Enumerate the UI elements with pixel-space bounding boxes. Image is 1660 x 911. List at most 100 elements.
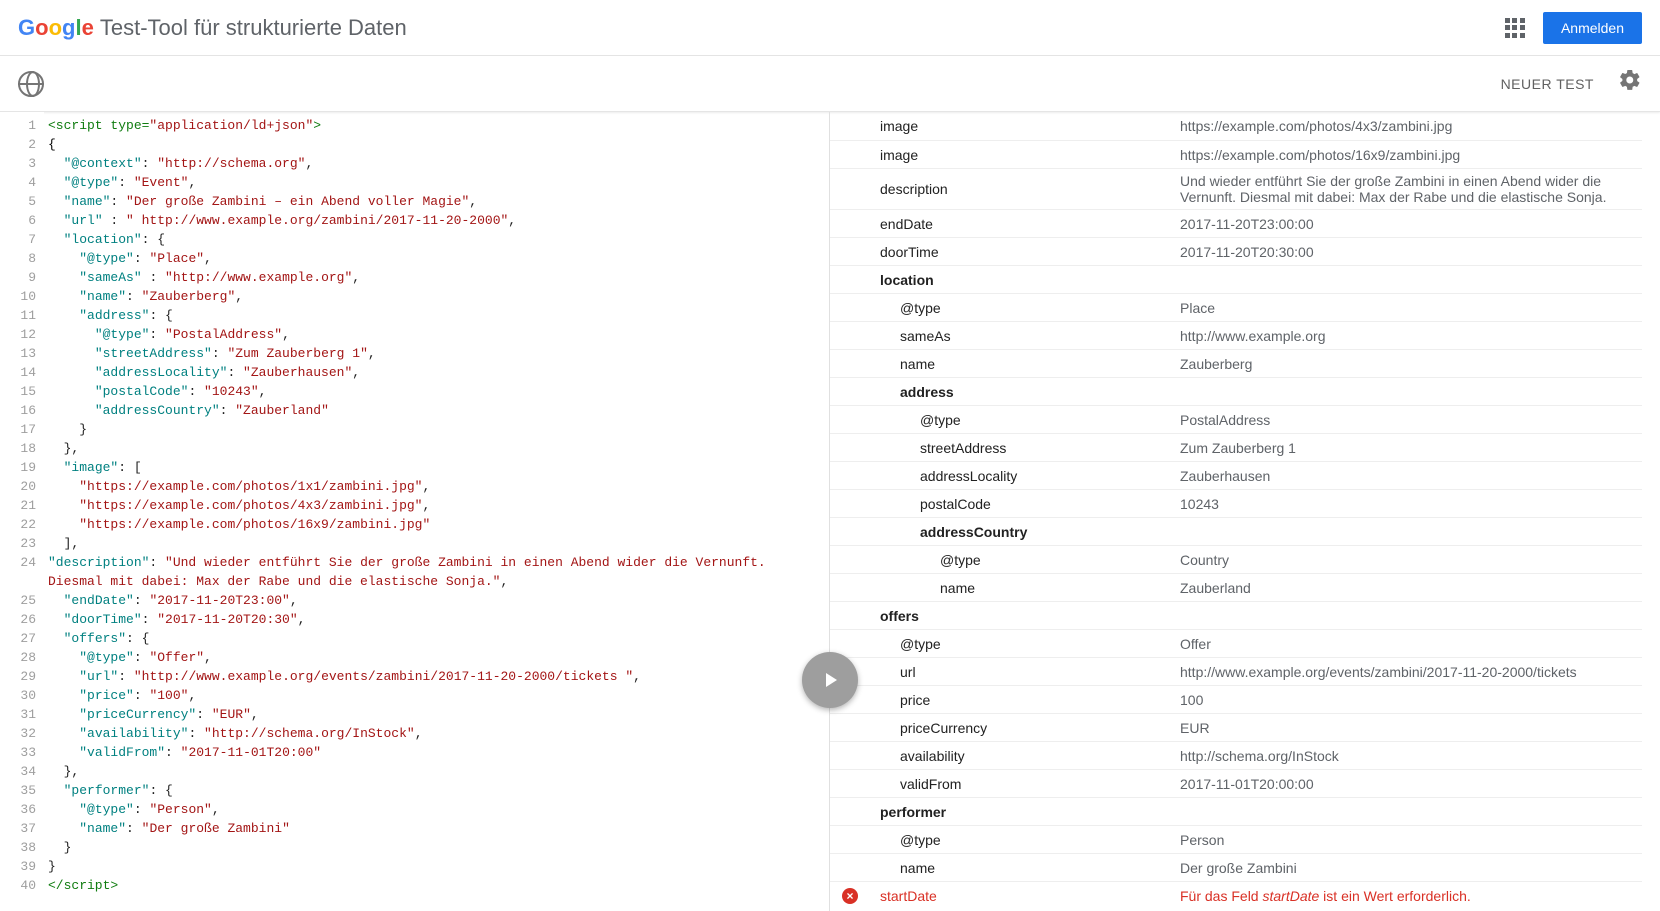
- code-line[interactable]: "@type": "Place",: [48, 249, 825, 268]
- code-line[interactable]: "@type": "Event",: [48, 173, 825, 192]
- result-row[interactable]: addressCountry: [830, 517, 1642, 545]
- code-line[interactable]: "doorTime": "2017-11-20T20:30",: [48, 610, 825, 629]
- code-line[interactable]: "addressLocality": "Zauberhausen",: [48, 363, 825, 382]
- result-error-row[interactable]: startDateFür das Feld startDate ist ein …: [830, 881, 1642, 909]
- result-key: address: [840, 384, 1180, 400]
- code-line[interactable]: "name": "Zauberberg",: [48, 287, 825, 306]
- result-row[interactable]: validFrom2017-11-01T20:00:00: [830, 769, 1642, 797]
- line-number: 34: [0, 762, 36, 781]
- result-row[interactable]: imagehttps://example.com/photos/16x9/zam…: [830, 140, 1642, 168]
- result-key: @type: [840, 636, 1180, 652]
- code-line[interactable]: "endDate": "2017-11-20T23:00",: [48, 591, 825, 610]
- apps-icon[interactable]: [1505, 18, 1525, 38]
- result-key: offers: [840, 608, 1180, 624]
- results-panel[interactable]: imagehttps://example.com/photos/4x3/zamb…: [830, 112, 1660, 911]
- code-line[interactable]: {: [48, 135, 825, 154]
- result-row[interactable]: nameZauberland: [830, 573, 1642, 601]
- code-line[interactable]: </script>: [48, 876, 825, 895]
- line-number: 24: [0, 553, 36, 591]
- code-line[interactable]: }: [48, 838, 825, 857]
- result-row[interactable]: postalCode10243: [830, 489, 1642, 517]
- line-number: 8: [0, 249, 36, 268]
- result-row[interactable]: sameAshttp://www.example.org: [830, 321, 1642, 349]
- code-line[interactable]: "postalCode": "10243",: [48, 382, 825, 401]
- code-line[interactable]: "offers": {: [48, 629, 825, 648]
- code-line[interactable]: "availability": "http://schema.org/InSto…: [48, 724, 825, 743]
- new-test-button[interactable]: NEUER TEST: [1501, 76, 1594, 92]
- code-line[interactable]: }: [48, 857, 825, 876]
- code-line[interactable]: "https://example.com/photos/1x1/zambini.…: [48, 477, 825, 496]
- result-value: Zauberberg: [1180, 356, 1642, 372]
- result-row[interactable]: @typeOffer: [830, 629, 1642, 657]
- result-row[interactable]: location: [830, 265, 1642, 293]
- result-row[interactable]: nameZauberberg: [830, 349, 1642, 377]
- code-line[interactable]: "@type": "PostalAddress",: [48, 325, 825, 344]
- result-row[interactable]: availabilityhttp://schema.org/InStock: [830, 741, 1642, 769]
- result-row[interactable]: offers: [830, 601, 1642, 629]
- result-row[interactable]: @typePerson: [830, 825, 1642, 853]
- result-row[interactable]: nameDer große Zambini: [830, 853, 1642, 881]
- code-editor[interactable]: 1234567891011121314151617181920212223242…: [0, 112, 830, 911]
- code-line[interactable]: ],: [48, 534, 825, 553]
- line-number: 13: [0, 344, 36, 363]
- code-line[interactable]: "@type": "Person",: [48, 800, 825, 819]
- result-row[interactable]: streetAddressZum Zauberberg 1: [830, 433, 1642, 461]
- code-line[interactable]: "performer": {: [48, 781, 825, 800]
- gear-icon[interactable]: [1618, 68, 1642, 99]
- code-line[interactable]: "description": "Und wieder entführt Sie …: [48, 553, 825, 591]
- code-line[interactable]: "name": "Der große Zambini – ein Abend v…: [48, 192, 825, 211]
- code-line[interactable]: }: [48, 420, 825, 439]
- code-line[interactable]: "location": {: [48, 230, 825, 249]
- code-body[interactable]: <script type="application/ld+json">{ "@c…: [44, 112, 829, 911]
- line-number: 2: [0, 135, 36, 154]
- error-badge-icon: [842, 888, 858, 904]
- code-line[interactable]: "address": {: [48, 306, 825, 325]
- code-line[interactable]: },: [48, 762, 825, 781]
- result-value: 2017-11-20T23:00:00: [1180, 216, 1642, 232]
- line-number: 20: [0, 477, 36, 496]
- code-line[interactable]: "addressCountry": "Zauberland": [48, 401, 825, 420]
- run-button[interactable]: [802, 652, 858, 708]
- result-key: location: [840, 272, 1180, 288]
- result-key: @type: [840, 552, 1180, 568]
- result-row[interactable]: urlhttp://www.example.org/events/zambini…: [830, 657, 1642, 685]
- code-line[interactable]: "url" : " http://www.example.org/zambini…: [48, 211, 825, 230]
- code-line[interactable]: "@context": "http://schema.org",: [48, 154, 825, 173]
- result-value: 100: [1180, 692, 1642, 708]
- result-row[interactable]: performer: [830, 797, 1642, 825]
- result-row[interactable]: address: [830, 377, 1642, 405]
- code-line[interactable]: "sameAs" : "http://www.example.org",: [48, 268, 825, 287]
- line-number: 7: [0, 230, 36, 249]
- toolbar: NEUER TEST: [0, 56, 1660, 112]
- result-row[interactable]: @typePostalAddress: [830, 405, 1642, 433]
- code-line[interactable]: "streetAddress": "Zum Zauberberg 1",: [48, 344, 825, 363]
- code-line[interactable]: "price": "100",: [48, 686, 825, 705]
- line-number: 1: [0, 116, 36, 135]
- result-row[interactable]: @typeCountry: [830, 545, 1642, 573]
- code-line[interactable]: "url": "http://www.example.org/events/za…: [48, 667, 825, 686]
- result-row[interactable]: price100: [830, 685, 1642, 713]
- code-line[interactable]: },: [48, 439, 825, 458]
- signin-button[interactable]: Anmelden: [1543, 12, 1642, 44]
- result-row[interactable]: endDate2017-11-20T23:00:00: [830, 209, 1642, 237]
- result-row[interactable]: imagehttps://example.com/photos/4x3/zamb…: [830, 112, 1642, 140]
- result-row[interactable]: priceCurrencyEUR: [830, 713, 1642, 741]
- result-row[interactable]: descriptionUnd wieder entführt Sie der g…: [830, 168, 1642, 209]
- result-key: price: [840, 692, 1180, 708]
- result-row[interactable]: doorTime2017-11-20T20:30:00: [830, 237, 1642, 265]
- result-row[interactable]: addressLocalityZauberhausen: [830, 461, 1642, 489]
- line-number: 19: [0, 458, 36, 477]
- code-line[interactable]: "image": [: [48, 458, 825, 477]
- result-key: @type: [840, 300, 1180, 316]
- code-line[interactable]: "@type": "Offer",: [48, 648, 825, 667]
- code-line[interactable]: "https://example.com/photos/16x9/zambini…: [48, 515, 825, 534]
- result-row[interactable]: @typePlace: [830, 293, 1642, 321]
- result-key: description: [840, 181, 1180, 197]
- globe-icon[interactable]: [18, 71, 44, 97]
- code-line[interactable]: "https://example.com/photos/4x3/zambini.…: [48, 496, 825, 515]
- result-value: Country: [1180, 552, 1642, 568]
- code-line[interactable]: "name": "Der große Zambini": [48, 819, 825, 838]
- code-line[interactable]: "priceCurrency": "EUR",: [48, 705, 825, 724]
- code-line[interactable]: <script type="application/ld+json">: [48, 116, 825, 135]
- code-line[interactable]: "validFrom": "2017-11-01T20:00": [48, 743, 825, 762]
